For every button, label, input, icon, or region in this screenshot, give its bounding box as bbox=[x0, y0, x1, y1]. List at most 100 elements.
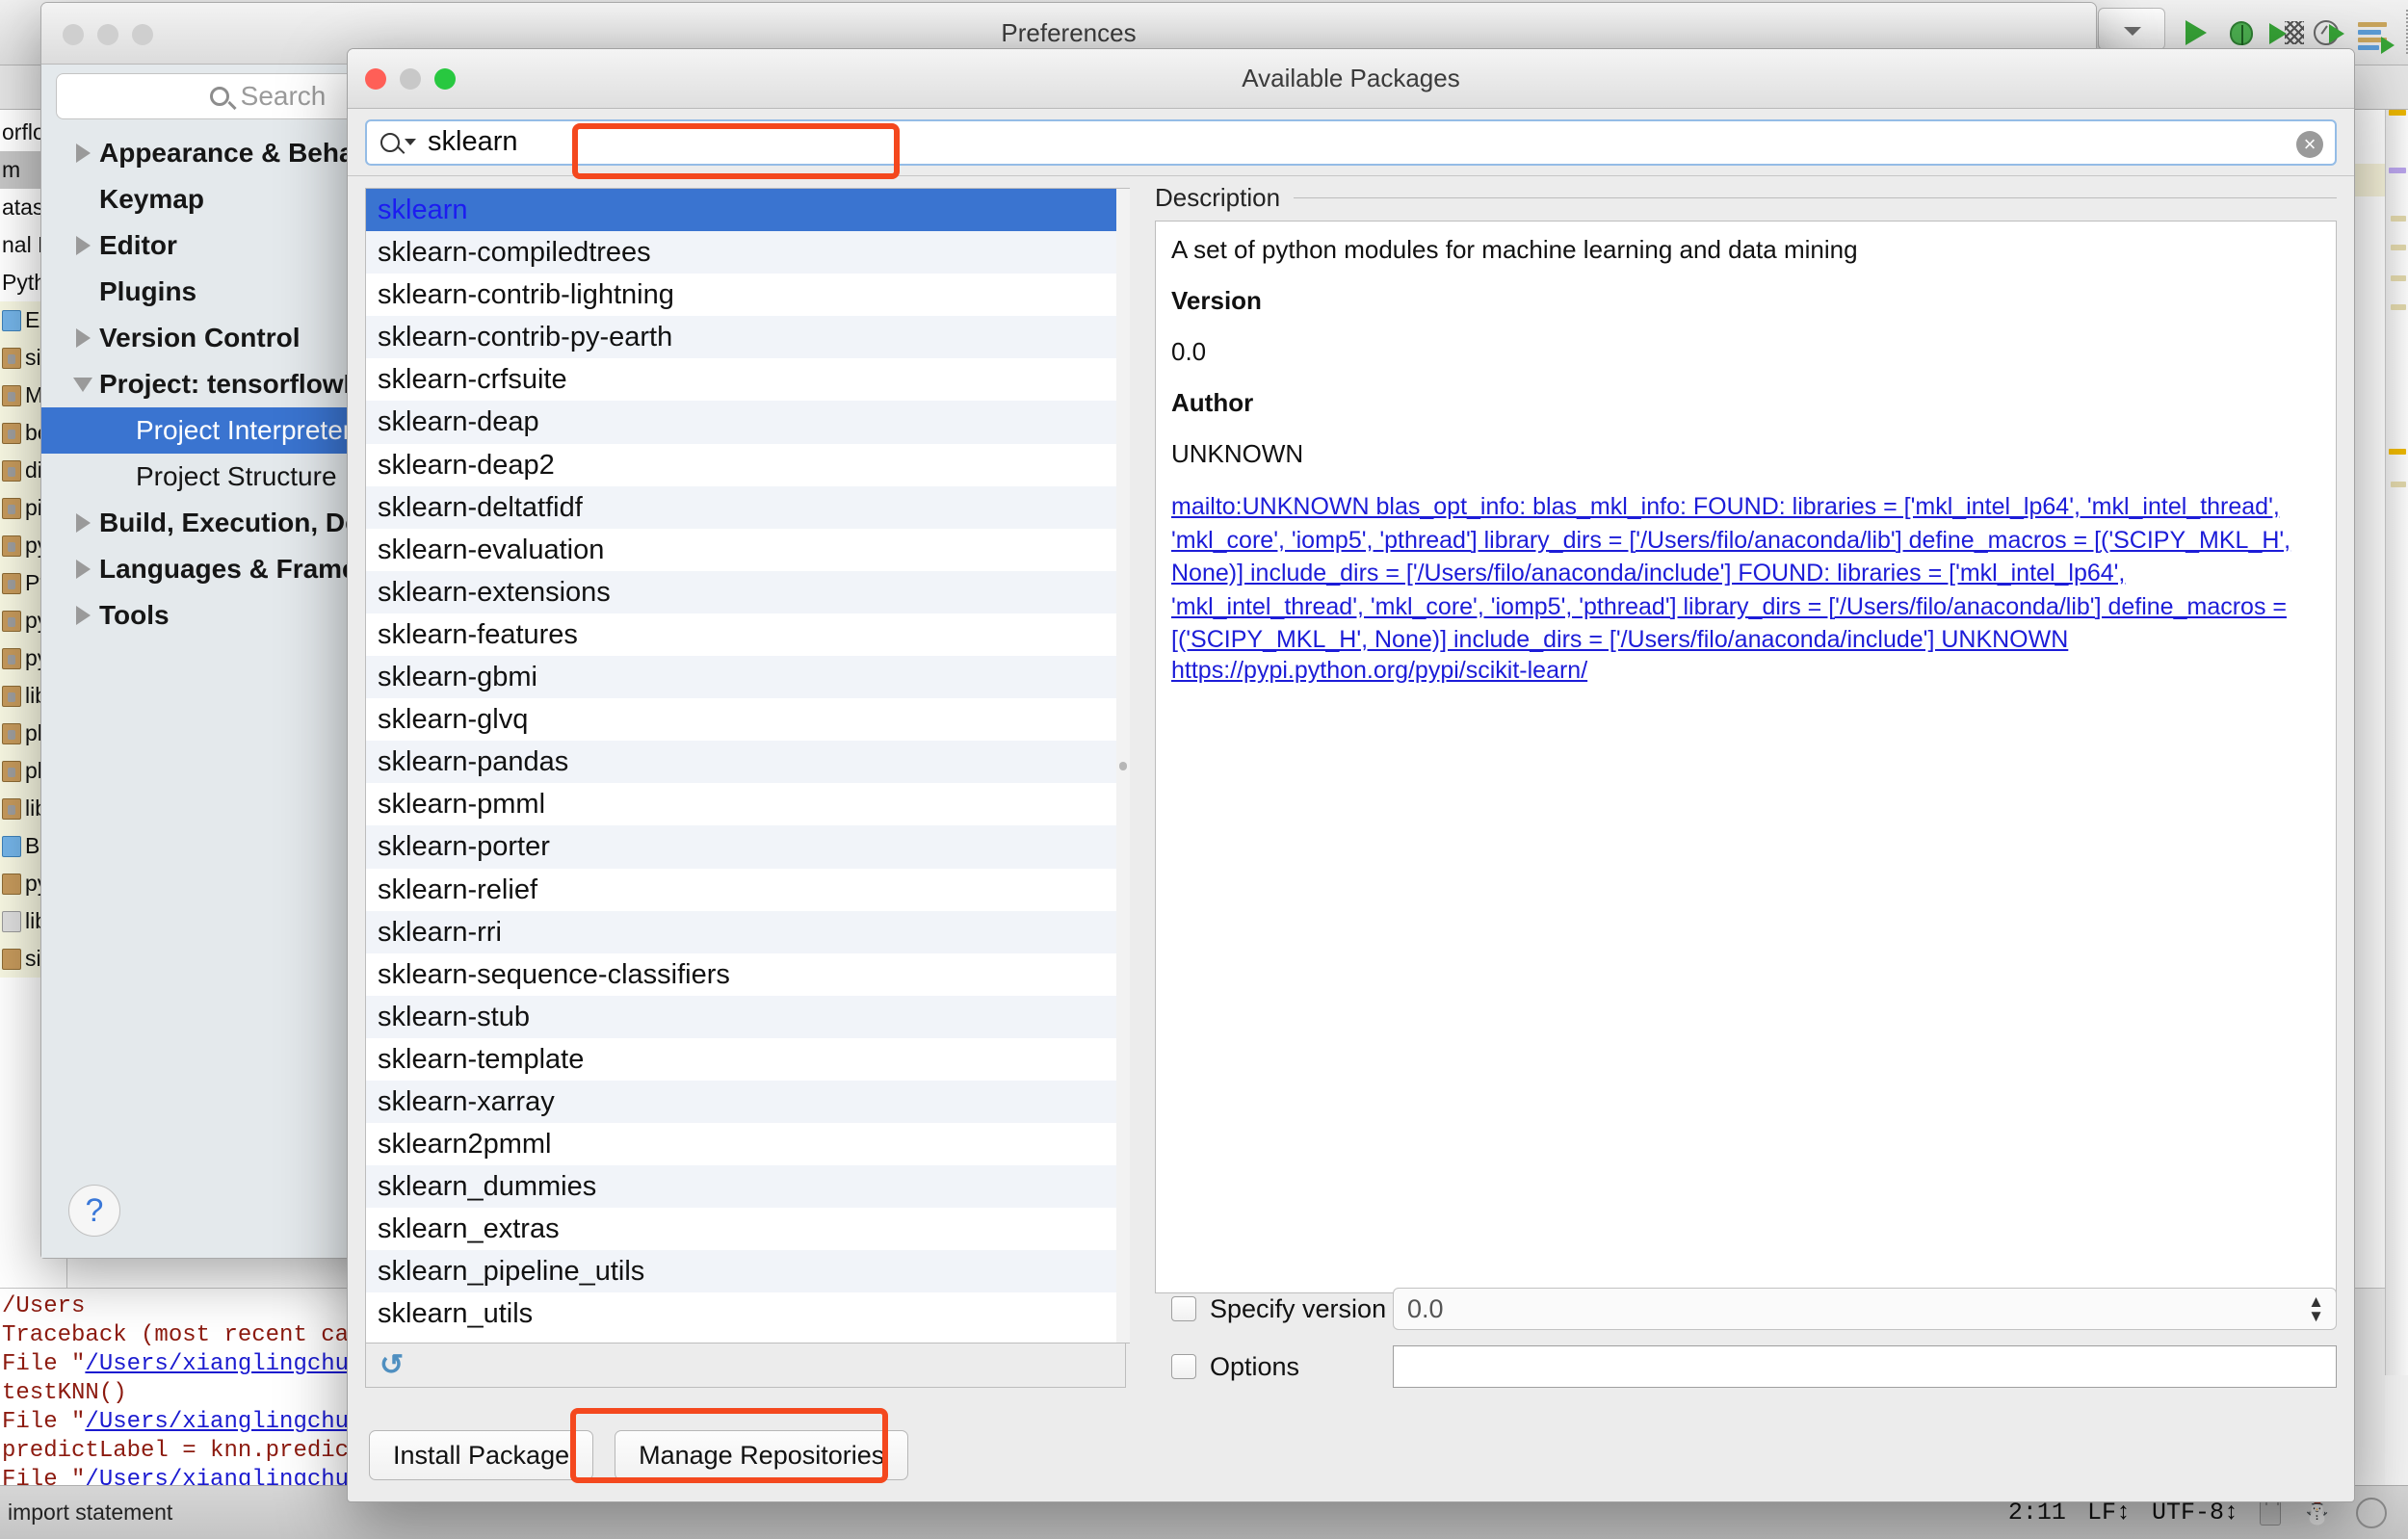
homepage-link[interactable]: https://pypi.python.org/pypi/scikit-lear… bbox=[1171, 657, 2320, 685]
preferences-title: Preferences bbox=[1001, 18, 1137, 47]
author-value: UNKNOWN bbox=[1171, 439, 1304, 468]
chevron-down-icon[interactable] bbox=[66, 378, 99, 392]
chevron-right-icon[interactable] bbox=[66, 143, 99, 163]
package-list-footer: ↺ bbox=[365, 1343, 1126, 1388]
package-list-item[interactable]: sklearn-deap bbox=[366, 401, 1125, 444]
package-list-item[interactable]: sklearn-gbmi bbox=[366, 656, 1125, 699]
library-icon bbox=[2, 497, 21, 519]
module-icon bbox=[2, 910, 21, 932]
window-controls[interactable] bbox=[63, 24, 153, 45]
package-search-value: sklearn bbox=[428, 126, 518, 157]
minimize-button[interactable] bbox=[400, 68, 421, 90]
chevron-right-icon[interactable] bbox=[66, 328, 99, 348]
library-icon bbox=[2, 422, 21, 444]
specify-version-label: Specify version bbox=[1210, 1293, 1387, 1323]
package-list-item[interactable]: sklearn-pandas bbox=[366, 741, 1125, 784]
search-placeholder: Search bbox=[240, 81, 327, 111]
sidebar-item-label: Plugins bbox=[99, 276, 197, 306]
package-list-item[interactable]: sklearn_pipeline_utils bbox=[366, 1250, 1125, 1293]
package-list-item[interactable]: sklearn_utils bbox=[366, 1292, 1125, 1335]
package-list[interactable]: sklearn sklearn-compiledtrees sklearn-cont… bbox=[365, 188, 1126, 1343]
run-with-rows-icon[interactable] bbox=[2354, 13, 2395, 54]
close-button[interactable] bbox=[365, 68, 386, 90]
options-label: Options bbox=[1210, 1351, 1300, 1381]
memory-indicator[interactable] bbox=[2356, 1497, 2387, 1528]
package-list-scrollbar[interactable] bbox=[1116, 188, 1130, 1343]
tree-row-label: m bbox=[2, 157, 21, 182]
manage-repositories-button[interactable]: Manage Repositories bbox=[615, 1430, 909, 1480]
line-separator[interactable]: LF↕ bbox=[2087, 1499, 2131, 1526]
package-list-item[interactable]: sklearn-sequence-classifiers bbox=[366, 953, 1125, 996]
options-input[interactable] bbox=[1393, 1345, 2337, 1388]
version-value: 0.0 bbox=[1407, 1293, 1444, 1323]
chevron-right-icon[interactable] bbox=[66, 236, 99, 255]
author-label: Author bbox=[1171, 388, 1254, 417]
sidebar-item-label: Editor bbox=[99, 230, 177, 260]
window-controls[interactable] bbox=[365, 68, 456, 90]
package-list-item[interactable]: sklearn-porter bbox=[366, 825, 1125, 869]
close-button[interactable] bbox=[63, 24, 84, 45]
editor-error-stripe[interactable] bbox=[2385, 110, 2408, 1375]
package-list-item[interactable]: sklearn-contrib-lightning bbox=[366, 274, 1125, 316]
package-list-item[interactable]: sklearn-deltatfidf bbox=[366, 485, 1125, 529]
version-label: Version bbox=[1171, 286, 1262, 315]
package-list-item[interactable]: sklearn2pmml bbox=[366, 1123, 1125, 1165]
install-package-button[interactable]: Install Package bbox=[369, 1430, 594, 1480]
version-stepper[interactable]: 0.0 ▲ ▼ bbox=[1393, 1288, 2337, 1330]
specify-version-row: Specify version 0.0 ▲ ▼ bbox=[1171, 1288, 2337, 1330]
package-list-item[interactable]: sklearn-rri bbox=[366, 910, 1125, 953]
specify-version-checkbox[interactable] bbox=[1171, 1296, 1196, 1321]
package-search-input[interactable]: sklearn × bbox=[365, 118, 2337, 166]
caret-position[interactable]: 2:11 bbox=[2008, 1499, 2066, 1526]
sidebar-item-label: Project Interpreter bbox=[136, 415, 353, 445]
package-list-item[interactable]: sklearn-relief bbox=[366, 869, 1125, 911]
package-list-item[interactable]: sklearn-extensions bbox=[366, 570, 1125, 613]
hector-icon[interactable]: ⛄ bbox=[2302, 1499, 2335, 1527]
package-list-item[interactable]: sklearn-template bbox=[366, 1038, 1125, 1081]
maximize-button[interactable] bbox=[434, 68, 456, 90]
package-list-item[interactable]: sklearn-compiledtrees bbox=[366, 231, 1125, 274]
package-list-item[interactable]: sklearn-deap2 bbox=[366, 444, 1125, 486]
package-list-item[interactable]: sklearn-features bbox=[366, 613, 1125, 656]
package-list-item[interactable]: sklearn bbox=[366, 189, 1125, 232]
description-legend: Description bbox=[1155, 182, 1281, 212]
package-list-item[interactable]: sklearn-stub bbox=[366, 995, 1125, 1038]
package-list-item[interactable]: sklearn_dummies bbox=[366, 1165, 1125, 1209]
file-encoding[interactable]: UTF-8↕ bbox=[2152, 1499, 2238, 1526]
minimize-button[interactable] bbox=[97, 24, 118, 45]
options-checkbox[interactable] bbox=[1171, 1354, 1196, 1379]
package-list-item[interactable]: sklearn-evaluation bbox=[366, 529, 1125, 571]
chevron-right-icon[interactable] bbox=[66, 606, 99, 625]
run-configuration-combo[interactable] bbox=[2098, 8, 2165, 50]
package-search-bar: sklearn × bbox=[348, 109, 2354, 176]
status-message: import statement bbox=[8, 1500, 173, 1525]
package-list-item[interactable]: sklearn-glvq bbox=[366, 698, 1125, 741]
chevron-down-icon[interactable] bbox=[405, 139, 416, 145]
package-list-item[interactable]: sklearn-xarray bbox=[366, 1080, 1125, 1124]
library-icon bbox=[2, 610, 21, 632]
mailto-link[interactable]: mailto:UNKNOWN blas_opt_info: blas_mkl_i… bbox=[1171, 490, 2320, 657]
folder-icon bbox=[2, 873, 21, 895]
reload-icon[interactable]: ↺ bbox=[380, 1348, 404, 1382]
help-button[interactable]: ? bbox=[68, 1185, 120, 1237]
lock-icon[interactable] bbox=[2260, 1493, 2281, 1526]
package-list-item[interactable]: sklearn-contrib-py-earth bbox=[366, 316, 1125, 359]
maximize-button[interactable] bbox=[132, 24, 153, 45]
chevron-right-icon[interactable] bbox=[66, 560, 99, 579]
package-list-item[interactable]: sklearn_extras bbox=[366, 1208, 1125, 1250]
package-options: Specify version 0.0 ▲ ▼ Options bbox=[1171, 1288, 2337, 1388]
library-icon bbox=[2, 685, 21, 707]
version-value: 0.0 bbox=[1171, 337, 1207, 366]
module-icon bbox=[2, 309, 21, 331]
binary-icon bbox=[2, 835, 21, 857]
stepper-arrows-icon[interactable]: ▲ ▼ bbox=[2308, 1293, 2324, 1324]
package-list-item[interactable]: sklearn-crfsuite bbox=[366, 358, 1125, 401]
package-summary: A set of python modules for machine lear… bbox=[1171, 235, 1858, 264]
package-list-item[interactable]: sklearn-pmml bbox=[366, 783, 1125, 825]
sidebar-item-label: Project Structure bbox=[136, 461, 337, 491]
available-packages-dialog[interactable]: Available Packages sklearn × sklearn skle… bbox=[347, 48, 2355, 1502]
description-content[interactable]: A set of python modules for machine lear… bbox=[1155, 221, 2337, 1293]
library-icon bbox=[2, 384, 21, 406]
chevron-right-icon[interactable] bbox=[66, 513, 99, 533]
clear-search-icon[interactable]: × bbox=[2296, 130, 2323, 158]
